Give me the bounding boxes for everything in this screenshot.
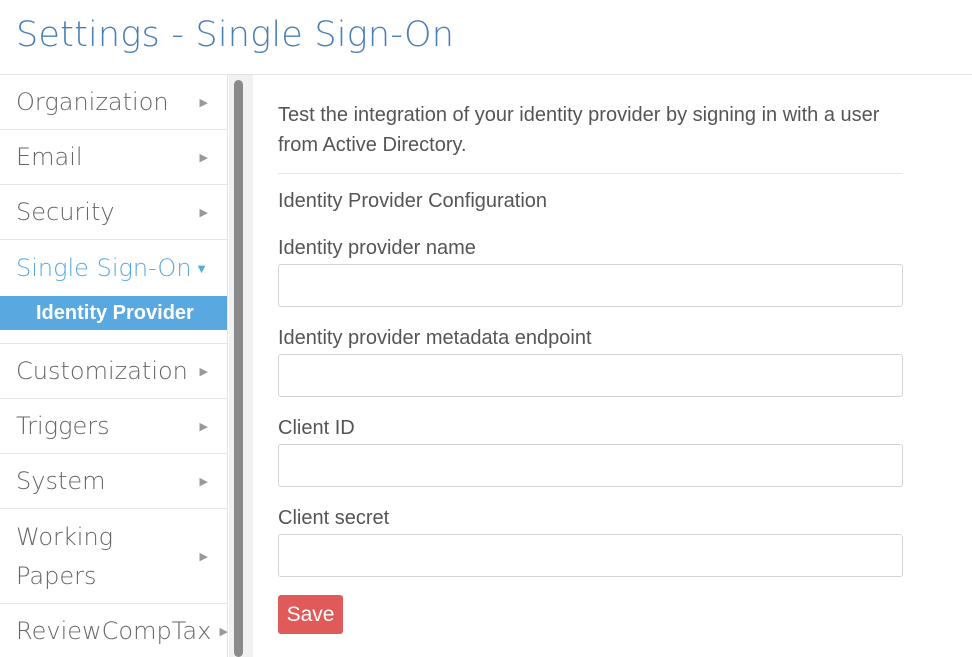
sidebar-item-triggers[interactable]: Triggers ▶ xyxy=(0,399,227,454)
sidebar-item-label: Single Sign-On xyxy=(16,254,192,282)
sidebar-item-label: Triggers xyxy=(16,412,110,440)
metadata-endpoint-input[interactable] xyxy=(278,354,903,397)
section-title: Identity Provider Configuration xyxy=(278,190,548,212)
chevron-right-icon: ▶ xyxy=(199,421,208,433)
identity-provider-name-label: Identity provider name xyxy=(278,237,476,259)
client-secret-label: Client secret xyxy=(278,507,390,529)
sidebar-item-label-line1: Working xyxy=(16,523,114,551)
client-secret-input[interactable] xyxy=(278,534,903,577)
chevron-right-icon: ▶ xyxy=(199,152,208,164)
sidebar-subitem-identity-provider[interactable]: Identity Provider xyxy=(0,296,227,330)
sidebar-item-customization[interactable]: Customization ▶ xyxy=(0,344,227,399)
sidebar-item-email[interactable]: Email ▶ xyxy=(0,130,227,185)
sidebar-item-reviewcomptax[interactable]: ReviewCompTax ▶ xyxy=(0,604,228,657)
page-title: Settings - Single Sign-On xyxy=(16,15,455,55)
settings-sidebar: Organization ▶ Email ▶ Security ▶ Single… xyxy=(0,75,228,657)
chevron-right-icon: ▶ xyxy=(199,366,208,378)
identity-provider-name-input[interactable] xyxy=(278,264,903,307)
sidebar-item-label: System xyxy=(16,467,106,495)
chevron-right-icon: ▶ xyxy=(199,207,208,219)
sidebar-item-security[interactable]: Security ▶ xyxy=(0,185,227,240)
sidebar-item-label-line2: Papers xyxy=(16,562,97,590)
chevron-right-icon: ▶ xyxy=(219,626,228,638)
chevron-right-icon: ▶ xyxy=(199,97,208,109)
client-id-label: Client ID xyxy=(278,417,355,439)
sidebar-item-working-papers[interactable]: Working Papers ▶ xyxy=(0,509,227,604)
page-header: Settings - Single Sign-On xyxy=(0,0,972,75)
sidebar-item-system[interactable]: System ▶ xyxy=(0,454,227,509)
chevron-down-icon: ▼ xyxy=(195,261,208,276)
client-id-input[interactable] xyxy=(278,444,903,487)
chevron-right-icon: ▶ xyxy=(199,551,208,563)
save-button[interactable]: Save xyxy=(278,595,343,634)
metadata-endpoint-label: Identity provider metadata endpoint xyxy=(278,327,592,349)
sidebar-item-label: Security xyxy=(16,198,115,226)
sidebar-subitem-label: Identity Provider xyxy=(36,302,194,324)
sidebar-item-label: ReviewCompTax xyxy=(16,617,212,645)
main-content: Test the integration of your identity pr… xyxy=(278,100,903,160)
sidebar-item-label: Customization xyxy=(16,357,188,385)
sidebar-item-label: Email xyxy=(16,143,83,171)
sidebar-scrollbar-thumb[interactable] xyxy=(234,80,243,657)
sidebar-item-organization[interactable]: Organization ▶ xyxy=(0,75,227,130)
sidebar-item-label: Organization xyxy=(16,88,169,116)
chevron-right-icon: ▶ xyxy=(199,476,208,488)
section-divider xyxy=(278,173,903,174)
intro-text: Test the integration of your identity pr… xyxy=(278,104,880,156)
